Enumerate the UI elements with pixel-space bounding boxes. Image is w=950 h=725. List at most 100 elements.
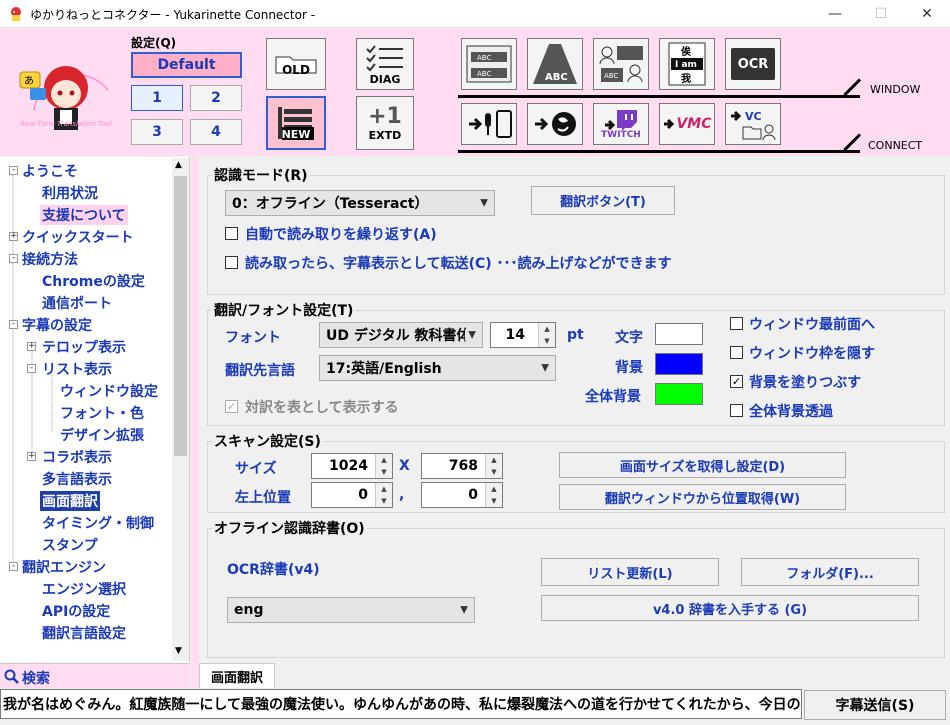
font-size-input[interactable]: 14 ▲ ▼	[490, 322, 556, 348]
scroll-down-icon[interactable]: ▼	[175, 646, 182, 656]
tree-expander-icon[interactable]: +	[9, 232, 18, 241]
window-ocr-button[interactable]: OCR	[725, 38, 781, 90]
tree-expander-icon[interactable]: -	[27, 364, 36, 373]
window-multilang-button[interactable]: 俟 I am 我	[659, 38, 715, 90]
width-input[interactable]: 1024 ▲ ▼	[311, 453, 393, 479]
tree-expander-icon[interactable]: -	[9, 166, 18, 175]
auto-repeat-checkbox[interactable]	[225, 227, 238, 240]
tree-item[interactable]: 利用状況	[42, 183, 98, 203]
tree-item[interactable]: 多言語表示	[42, 469, 112, 489]
folder-button[interactable]: フォルダ(F)...	[741, 558, 919, 586]
tree-item[interactable]: 翻訳エンジン	[22, 557, 106, 577]
connect-voice-button[interactable]	[461, 103, 517, 145]
tree-item[interactable]: 支援について	[40, 205, 128, 225]
height-spinner[interactable]: ▲ ▼	[485, 454, 502, 478]
close-button[interactable]: ✕	[904, 0, 950, 28]
preset-1-button[interactable]: 1	[131, 85, 183, 111]
old-label: OLD	[282, 63, 310, 77]
top-input[interactable]: 0 ▲ ▼	[421, 482, 503, 508]
tree-expander-icon[interactable]: +	[27, 452, 36, 461]
font-select[interactable]: UD デジタル 教科書体 ▼	[319, 322, 483, 348]
tree-item[interactable]: リスト表示	[42, 359, 112, 379]
tree-item[interactable]: クイックスタート	[22, 227, 134, 247]
topmost-checkbox[interactable]	[730, 317, 743, 330]
refresh-list-button[interactable]: リスト更新(L)	[541, 558, 719, 586]
tab-screen-translate[interactable]: 画面翻訳	[199, 663, 275, 688]
bg-color-swatch[interactable]	[655, 353, 703, 375]
preset-4-button[interactable]: 4	[190, 119, 242, 145]
scroll-up-icon[interactable]: ▲	[175, 160, 182, 170]
tree-item[interactable]: 通信ポート	[42, 293, 112, 313]
topmost-label[interactable]: ウィンドウ最前面へ	[749, 314, 875, 334]
height-input[interactable]: 768 ▲ ▼	[421, 453, 503, 479]
new-layout-button[interactable]: NEW	[266, 96, 326, 150]
tree-expander-icon[interactable]: -	[9, 254, 18, 263]
hide-frame-checkbox[interactable]	[730, 346, 743, 359]
table-checkbox[interactable]: ✓	[225, 400, 238, 413]
left-spinner[interactable]: ▲ ▼	[375, 483, 392, 507]
auto-repeat-label[interactable]: 自動で読み取りを繰り返す(A)	[245, 224, 437, 244]
recognition-mode-select[interactable]: 0：オフライン（Tesseract） ▼	[225, 190, 495, 216]
text-color-swatch[interactable]	[655, 323, 703, 345]
tree-item[interactable]: スタンプ	[42, 535, 98, 555]
tree-item[interactable]: 画面翻訳	[40, 491, 100, 511]
tree-item[interactable]: タイミング・制御	[42, 513, 154, 533]
preset-default-button[interactable]: Default	[131, 52, 242, 78]
send-subtitle-button[interactable]: 字幕送信(S)	[804, 690, 946, 720]
tree-expander-icon[interactable]: -	[9, 562, 18, 571]
get-dictionary-button[interactable]: v4.0 辞書を入手する (G)	[541, 595, 919, 621]
dictionary-select[interactable]: eng ▼	[227, 597, 475, 623]
connect-vc-button[interactable]: VC	[725, 103, 781, 145]
window-list-button[interactable]: ABC ABC	[461, 38, 517, 90]
extd-button[interactable]: +1 EXTD	[356, 96, 414, 150]
connect-youtube-button[interactable]	[527, 103, 583, 145]
target-lang-select[interactable]: 17:英語/English ▼	[319, 355, 556, 381]
tree-item[interactable]: ウィンドウ設定	[60, 381, 158, 401]
transparent-label[interactable]: 全体背景透過	[749, 401, 833, 421]
text-color-label: 文字	[615, 330, 643, 346]
search-bar[interactable]: 検索	[0, 663, 190, 688]
tree-item[interactable]: コラボ表示	[42, 447, 112, 467]
get-screen-size-button[interactable]: 画面サイズを取得し設定(D)	[559, 452, 846, 478]
get-window-pos-button[interactable]: 翻訳ウィンドウから位置取得(W)	[559, 484, 846, 510]
minimize-button[interactable]: —	[812, 0, 858, 28]
tree-item[interactable]: テロップ表示	[42, 337, 126, 357]
transparent-checkbox[interactable]	[730, 404, 743, 417]
tree-item[interactable]: APIの設定	[42, 601, 110, 621]
tree-expander-icon[interactable]: -	[9, 320, 18, 329]
top-spinner[interactable]: ▲ ▼	[485, 483, 502, 507]
tree-item[interactable]: ようこそ	[22, 161, 78, 181]
fill-bg-label[interactable]: 背景を塗りつぶす	[749, 372, 861, 392]
tree-item[interactable]: デザイン拡張	[60, 425, 144, 445]
tree-scrollbar[interactable]: ▲ ▼	[172, 158, 189, 661]
scroll-thumb[interactable]	[174, 176, 187, 456]
left-input[interactable]: 0 ▲ ▼	[311, 482, 393, 508]
tree-item[interactable]: Chromeの設定	[42, 271, 145, 291]
preset-2-button[interactable]: 2	[190, 85, 242, 111]
table-label[interactable]: 対訳を表として表示する	[245, 397, 399, 417]
translate-button[interactable]: 翻訳ボタン(T)	[531, 186, 675, 215]
fill-bg-checkbox[interactable]: ✓	[730, 375, 743, 388]
tree-expander-icon[interactable]: +	[27, 342, 36, 351]
old-layout-button[interactable]: OLD	[266, 38, 326, 90]
window-perspective-button[interactable]: ABC	[527, 38, 583, 90]
subtitle-input[interactable]: 我が名はめぐみん。紅魔族随一にして最強の魔法使い。ゆんゆんがあの時、私に爆裂魔法…	[0, 689, 802, 719]
tree-item[interactable]: 接続方法	[22, 249, 78, 269]
voice-input-icon	[469, 110, 512, 138]
allbg-color-swatch[interactable]	[655, 383, 703, 405]
forward-checkbox[interactable]	[225, 256, 238, 269]
window-collab-button[interactable]: ABC	[593, 38, 649, 90]
tree-item[interactable]: フォント・色	[60, 403, 144, 423]
tree-item[interactable]: 字幕の設定	[22, 315, 92, 335]
tree-item[interactable]: 翻訳言語設定	[42, 623, 126, 643]
forward-label[interactable]: 読み取ったら、字幕表示として転送(C) ･･･読み上げなどができます	[245, 253, 672, 273]
hide-frame-label[interactable]: ウィンドウ枠を隠す	[749, 343, 875, 363]
font-size-spinner[interactable]: ▲ ▼	[538, 323, 555, 347]
tree-item[interactable]: エンジン選択	[42, 579, 126, 599]
maximize-button[interactable]: ☐	[858, 0, 904, 28]
connect-vmc-button[interactable]: VMC	[659, 103, 715, 145]
width-spinner[interactable]: ▲ ▼	[375, 454, 392, 478]
preset-3-button[interactable]: 3	[131, 119, 183, 145]
connect-twitch-button[interactable]: TWITCH	[593, 103, 649, 145]
diag-button[interactable]: DIAG	[356, 38, 414, 90]
